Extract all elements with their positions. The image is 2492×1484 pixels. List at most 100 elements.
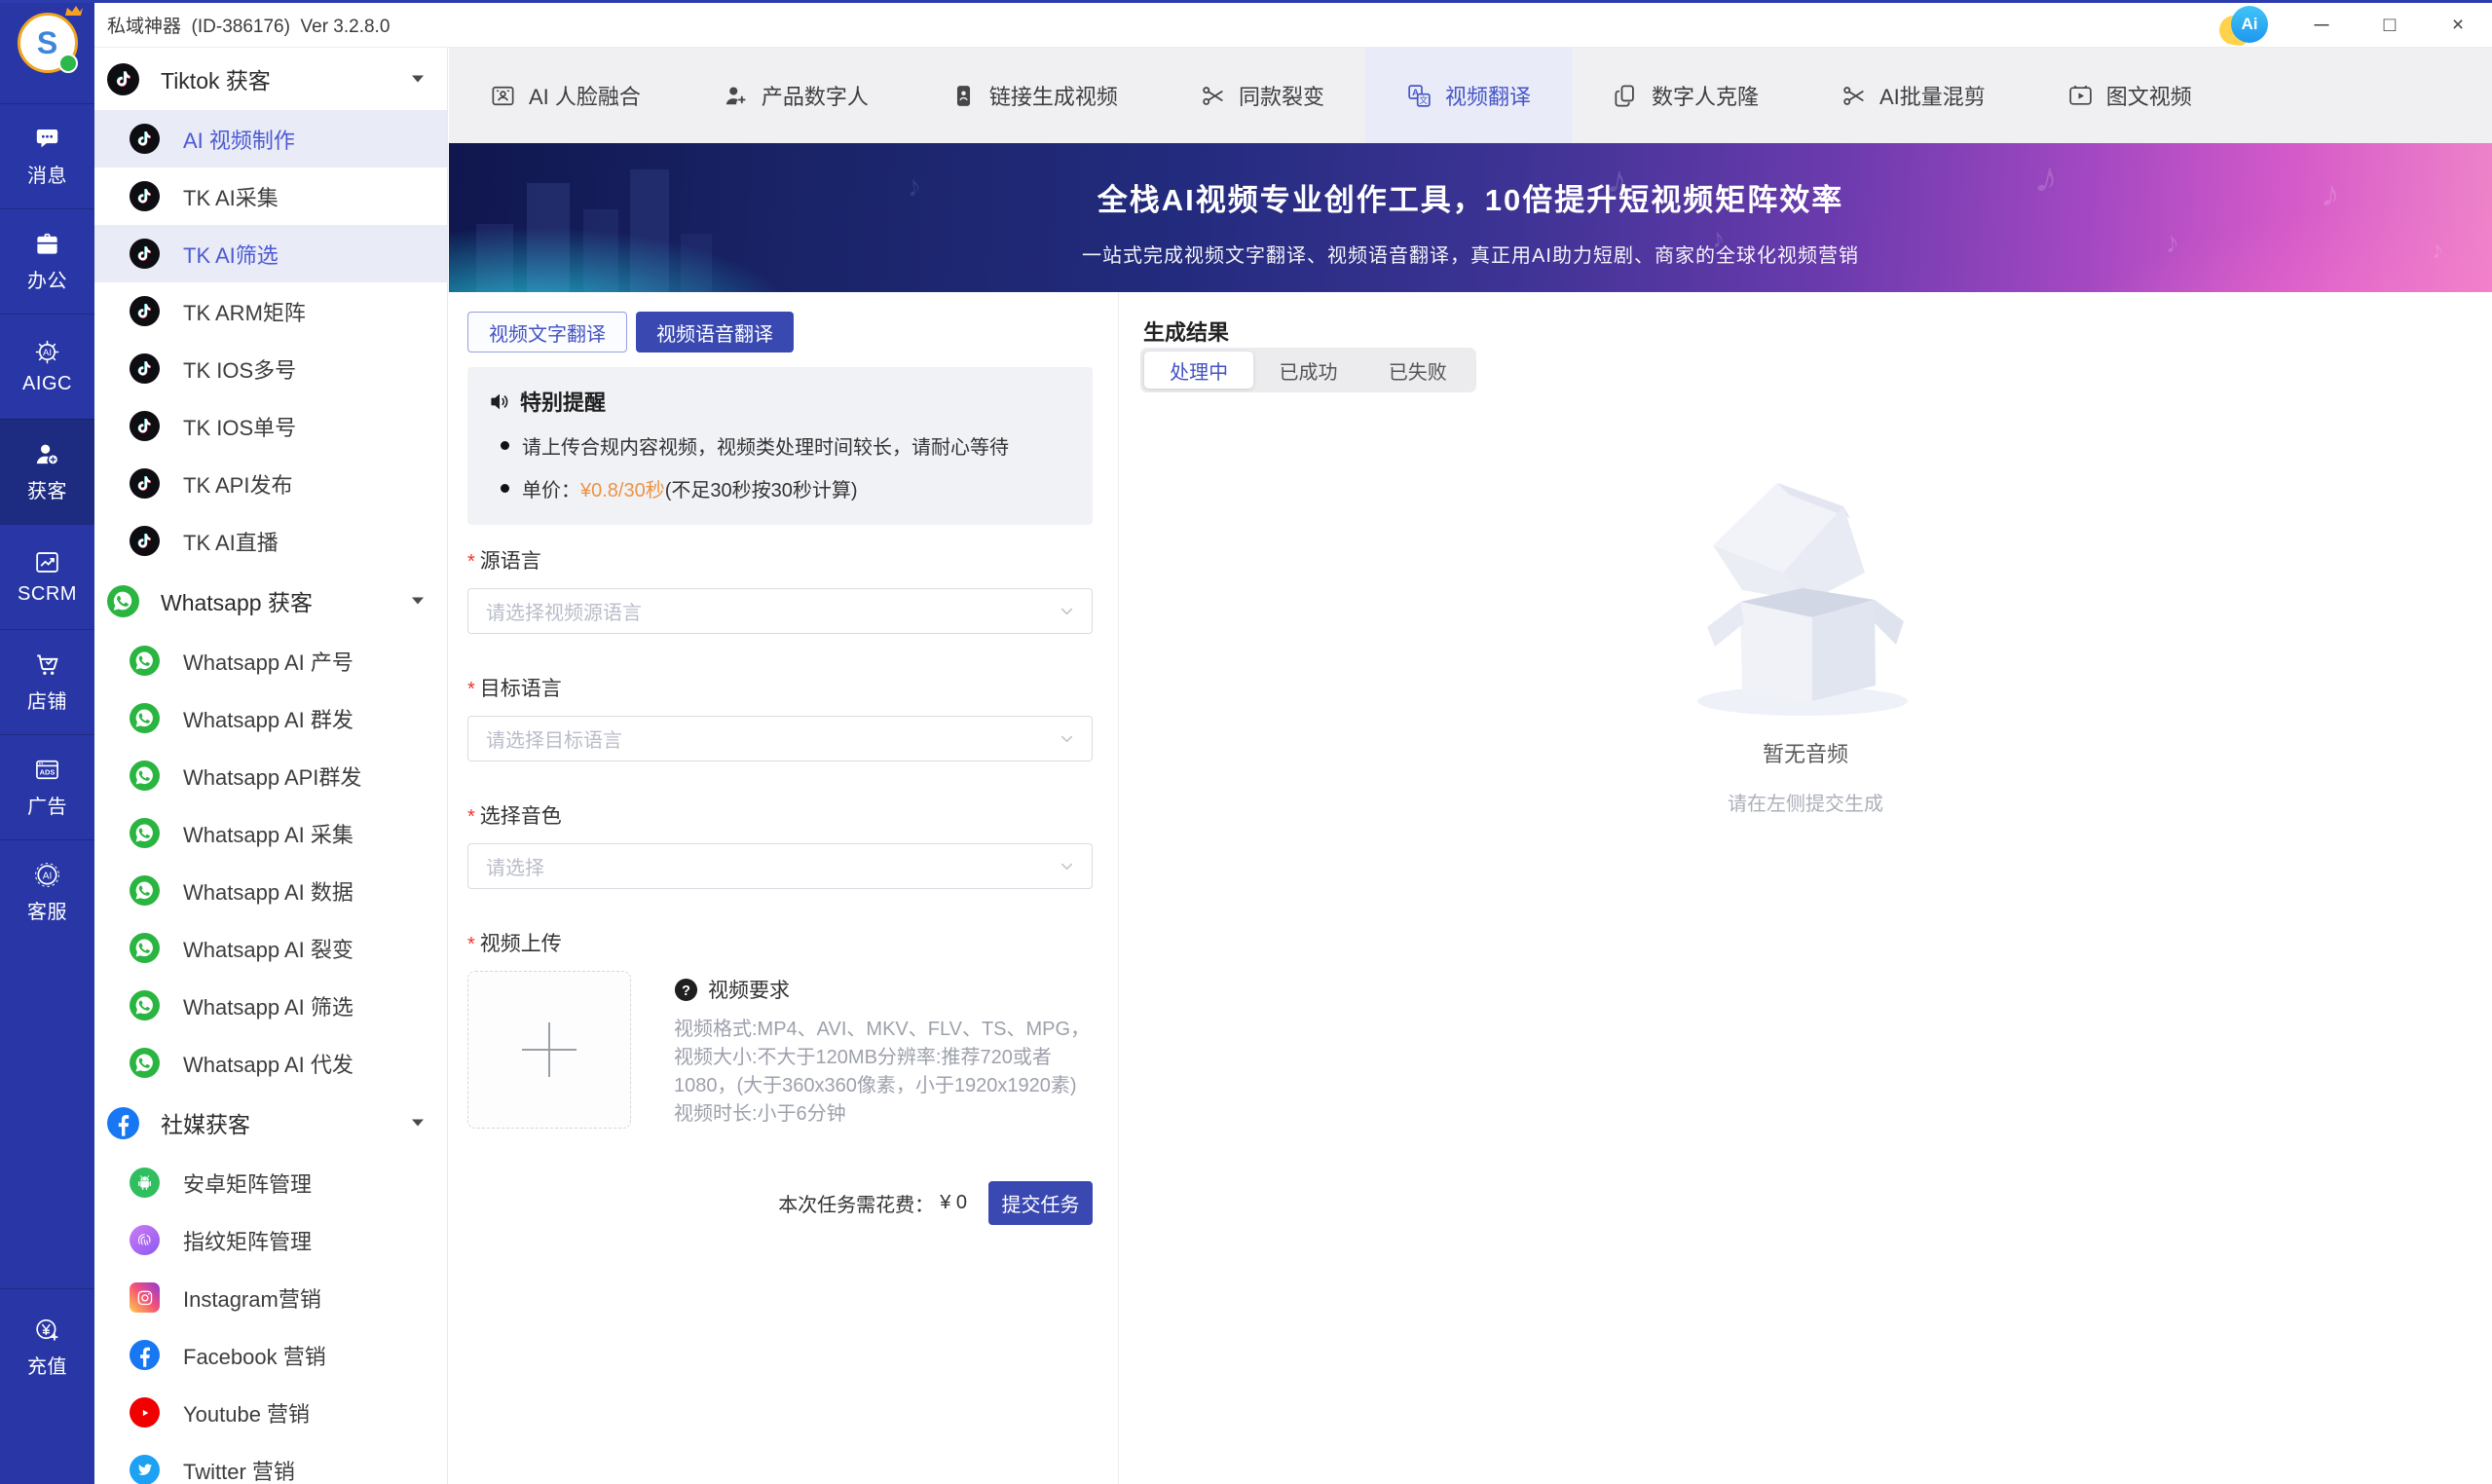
sidebar-item[interactable]: 指纹矩阵管理	[94, 1211, 447, 1269]
clone-icon	[1613, 83, 1639, 109]
sidebar-item[interactable]: Facebook 营销	[94, 1326, 447, 1384]
rail-item-label: 店铺	[27, 686, 67, 714]
tab-batch-cut[interactable]: AI批量混剪	[1800, 48, 2027, 143]
close-button[interactable]: ×	[2424, 3, 2492, 47]
results-panel: 生成结果 处理中已成功已失败 暂无音频 请在左侧提交生成	[1118, 292, 2492, 1484]
whatsapp-icon	[130, 761, 160, 791]
rail-item-office[interactable]: 办公	[0, 208, 94, 314]
maximize-button[interactable]: □	[2356, 3, 2424, 47]
rail-item-acquire[interactable]: 获客	[0, 419, 94, 524]
tab-label: AI批量混剪	[1879, 80, 1986, 111]
rail-item-recharge[interactable]: 充值	[0, 1288, 94, 1406]
tiktok-icon	[130, 239, 160, 269]
empty-box-illustration	[1684, 456, 1927, 728]
svg-text:文: 文	[1419, 94, 1428, 105]
sidebar-item[interactable]: TK AI筛选	[94, 225, 447, 282]
user-plus-icon	[34, 441, 60, 467]
sidebar-item-label: Facebook 营销	[183, 1340, 326, 1371]
tab-avatar-clone[interactable]: 数字人克隆	[1572, 48, 1800, 143]
sidebar-section-social[interactable]: 社媒获客	[94, 1092, 447, 1154]
notice-text: 单价：¥0.8/30秒(不足30秒按30秒计算)	[522, 474, 858, 502]
sidebar-item[interactable]: Whatsapp AI 代发	[94, 1034, 447, 1092]
upload-section: ? 视频要求 视频格式:MP4、AVI、MKV、FLV、TS、MPG，视频大小:…	[467, 971, 1093, 1129]
sidebar-item[interactable]: 安卓矩阵管理	[94, 1154, 447, 1211]
sidebar-item[interactable]: TK API发布	[94, 455, 447, 512]
sidebar-menu: Tiktok 获客AI 视频制作TK AI采集TK AI筛选TK ARM矩阵TK…	[94, 48, 447, 1484]
translate-icon: A文	[1406, 83, 1432, 109]
tab-product-avatar[interactable]: 产品数字人	[682, 48, 910, 143]
app-logo[interactable]: S	[18, 13, 78, 73]
sidebar-item[interactable]: AI 视频制作	[94, 110, 447, 167]
results-tab-processing[interactable]: 处理中	[1144, 352, 1253, 389]
rail-item-aigc[interactable]: AIAIGC	[0, 314, 94, 419]
svg-text:AI: AI	[43, 348, 52, 358]
select-voice[interactable]: 请选择	[467, 843, 1093, 889]
field-label-source-language: *源语言	[467, 545, 1093, 575]
person-plus-icon	[723, 83, 749, 109]
rail-item-messages[interactable]: 消息	[0, 103, 94, 208]
sidebar-section-whatsapp[interactable]: Whatsapp 获客	[94, 570, 447, 632]
results-tab-failed[interactable]: 已失败	[1363, 352, 1472, 389]
scissors-icon	[1841, 83, 1867, 109]
sidebar-item[interactable]: Whatsapp AI 数据	[94, 862, 447, 919]
tab-label: 图文视频	[2106, 80, 2192, 111]
sidebar-item-label: Instagram营销	[183, 1282, 321, 1314]
sidebar-item[interactable]: Twitter 营销	[94, 1441, 447, 1484]
select-source-language[interactable]: 请选择视频源语言	[467, 588, 1093, 634]
notice-bullet: 请上传合规内容视频，视频类处理时间较长，请耐心等待	[489, 431, 1071, 460]
ai-avatar-icon: Ai	[2231, 6, 2268, 43]
sidebar-item-label: Whatsapp AI 裂变	[183, 933, 353, 964]
rail-item-ads[interactable]: ADS广告	[0, 734, 94, 839]
notice-bullet: 单价：¥0.8/30秒(不足30秒按30秒计算)	[489, 474, 1071, 502]
tab-label: 链接生成视频	[989, 80, 1118, 111]
submit-task-button[interactable]: 提交任务	[988, 1181, 1093, 1225]
sidebar-item[interactable]: TK IOS单号	[94, 397, 447, 455]
tiktok-icon	[130, 526, 160, 556]
sidebar-item-label: Whatsapp AI 群发	[183, 703, 353, 734]
rail-item-service[interactable]: AI客服	[0, 839, 94, 945]
recharge-icon	[34, 1317, 60, 1343]
rail-item-label: SCRM	[18, 583, 77, 606]
sidebar-item-label: Whatsapp AI 产号	[183, 646, 353, 677]
sidebar-item[interactable]: Whatsapp AI 产号	[94, 632, 447, 689]
sidebar-item[interactable]: TK ARM矩阵	[94, 282, 447, 340]
sidebar-item[interactable]: Whatsapp AI 采集	[94, 804, 447, 862]
chevron-down-icon	[412, 597, 424, 605]
sidebar-item[interactable]: Youtube 营销	[94, 1384, 447, 1441]
video-voice-translate-button[interactable]: 视频语音翻译	[636, 312, 794, 352]
sidebar-item[interactable]: TK AI采集	[94, 167, 447, 225]
rail-item-scrm[interactable]: SCRM	[0, 524, 94, 629]
sidebar-item[interactable]: Whatsapp AI 群发	[94, 689, 447, 747]
hero-banner: ♪ ♪ ♪ ♪ ♪ ♪ ♪ 全栈AI视频专业创作工具，10倍提升短视频矩阵效率 …	[449, 143, 2492, 292]
requirements-header: ? 视频要求	[674, 975, 1093, 1004]
requirements-text: 视频格式:MP4、AVI、MKV、FLV、TS、MPG，视频大小:不大于120M…	[674, 1016, 1093, 1129]
sidebar-item[interactable]: TK IOS多号	[94, 340, 447, 397]
upload-label: * 视频上传	[467, 928, 1093, 957]
rail-item-shop[interactable]: 店铺	[0, 629, 94, 734]
video-text-translate-button[interactable]: 视频文字翻译	[467, 312, 627, 352]
sidebar-item[interactable]: Whatsapp AI 筛选	[94, 977, 447, 1034]
sidebar-item[interactable]: Whatsapp AI 裂变	[94, 919, 447, 977]
sidebar-item[interactable]: TK AI直播	[94, 512, 447, 570]
whatsapp-icon	[130, 703, 160, 733]
sidebar-section-label: Tiktok 获客	[161, 62, 271, 95]
minimize-button[interactable]: ─	[2287, 3, 2356, 47]
required-asterisk: *	[467, 551, 475, 574]
sidebar-item[interactable]: Instagram营销	[94, 1269, 447, 1326]
sidebar-item[interactable]: Whatsapp API群发	[94, 747, 447, 804]
tab-face-fusion[interactable]: AI 人脸融合	[449, 48, 682, 143]
sidebar-section-tiktok[interactable]: Tiktok 获客	[94, 48, 447, 110]
upload-dropzone[interactable]	[467, 971, 631, 1129]
tab-video-translate[interactable]: A文视频翻译	[1365, 48, 1572, 143]
results-tab-succeeded[interactable]: 已成功	[1253, 352, 1362, 389]
tab-link-video[interactable]: 链接生成视频	[910, 48, 1159, 143]
upload-label-text: 视频上传	[480, 928, 562, 957]
online-status-dot	[58, 54, 78, 73]
whatsapp-icon	[130, 933, 160, 963]
tab-same-style[interactable]: 同款裂变	[1159, 48, 1365, 143]
select-target-language[interactable]: 请选择目标语言	[467, 716, 1093, 761]
sidebar: Tiktok 获客AI 视频制作TK AI采集TK AI筛选TK ARM矩阵TK…	[94, 48, 448, 1484]
ai-assistant-button[interactable]: Ai	[2219, 5, 2268, 46]
tiktok-icon	[130, 296, 160, 326]
tab-pic-video[interactable]: 图文视频	[2027, 48, 2233, 143]
